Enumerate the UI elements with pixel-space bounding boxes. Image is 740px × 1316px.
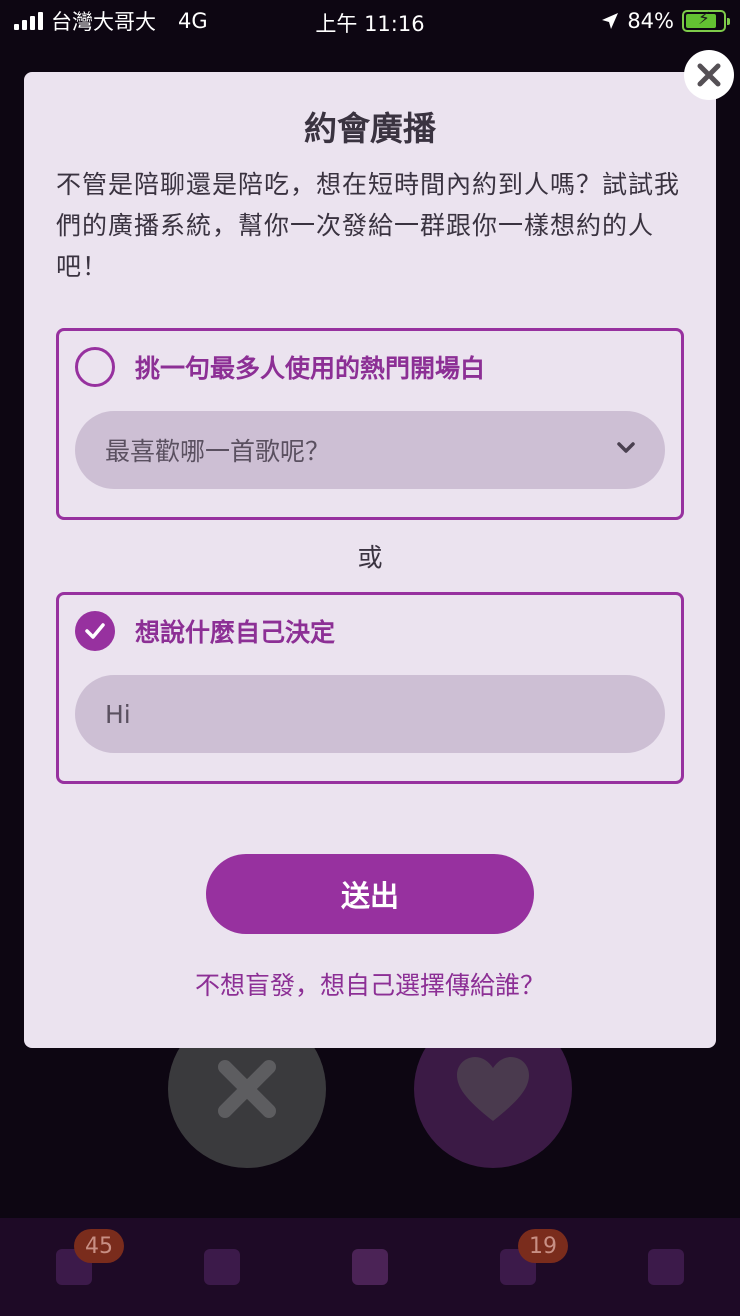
status-bar: 台灣大哥大 4G 上午 11:16 84% ⚡: [0, 0, 740, 42]
chevron-down-icon: [617, 442, 635, 453]
battery-icon: ⚡: [682, 9, 730, 32]
gift-icon: [204, 1249, 240, 1285]
heart-card-icon: [352, 1249, 388, 1285]
preset-option-header[interactable]: 挑一句最多人使用的熱門開場白: [75, 347, 485, 387]
preset-opener-select[interactable]: 最喜歡哪一首歌呢？: [75, 411, 665, 489]
close-icon: [697, 63, 721, 87]
nav-item-match: [340, 1237, 400, 1297]
custom-radio[interactable]: [75, 611, 115, 651]
close-modal-button[interactable]: [686, 52, 732, 98]
custom-message-input[interactable]: [75, 675, 665, 753]
location-arrow-icon: [602, 13, 619, 29]
nav-badge-messages: 19: [518, 1229, 568, 1263]
modal-description: 不管是陪聊還是陪吃，想在短時間內約到人嗎？試試我們的廣播系統，幫你一次發給一群跟…: [56, 170, 681, 281]
custom-option-header[interactable]: 想說什麼自己決定: [75, 611, 335, 651]
network-type: 4G: [178, 9, 208, 33]
or-divider: 或: [357, 543, 383, 572]
status-right: 84% ⚡: [601, 9, 730, 33]
carrier-name: 台灣大哥大: [51, 10, 156, 34]
nav-item-messages: 19: [488, 1229, 568, 1297]
submit-button[interactable]: 送出: [206, 854, 534, 934]
modal-title: 約會廣播: [304, 109, 436, 148]
heart-icon: [457, 1057, 529, 1121]
nav-item-profile: 45: [44, 1229, 124, 1297]
nav-badge-profile: 45: [74, 1229, 124, 1263]
signal-icon: [14, 12, 43, 30]
checkmark-icon: [85, 623, 105, 639]
bottom-nav: 45 19: [0, 1218, 740, 1316]
preset-opener-option[interactable]: 挑一句最多人使用的熱門開場白 最喜歡哪一首歌呢？: [56, 328, 684, 520]
phone-icon: [648, 1249, 684, 1285]
preset-radio[interactable]: [75, 347, 115, 387]
preset-option-label: 挑一句最多人使用的熱門開場白: [135, 354, 486, 383]
broadcast-modal: 約會廣播 不管是陪聊還是陪吃，想在短時間內約到人嗎？試試我們的廣播系統，幫你一次…: [24, 72, 716, 1048]
choose-recipients-link[interactable]: 不想盲發，想自己選擇傳給誰？: [24, 966, 716, 1002]
preset-selected-value: 最喜歡哪一首歌呢？: [105, 437, 331, 466]
nav-item-settings: [636, 1237, 696, 1297]
status-left: 台灣大哥大 4G: [14, 6, 208, 36]
nav-item-gift: [192, 1237, 252, 1297]
custom-option-label: 想說什麼自己決定: [135, 618, 336, 647]
custom-message-option[interactable]: 想說什麼自己決定: [56, 592, 684, 784]
close-x-icon: [218, 1060, 276, 1118]
battery-percent: 84%: [627, 9, 674, 33]
